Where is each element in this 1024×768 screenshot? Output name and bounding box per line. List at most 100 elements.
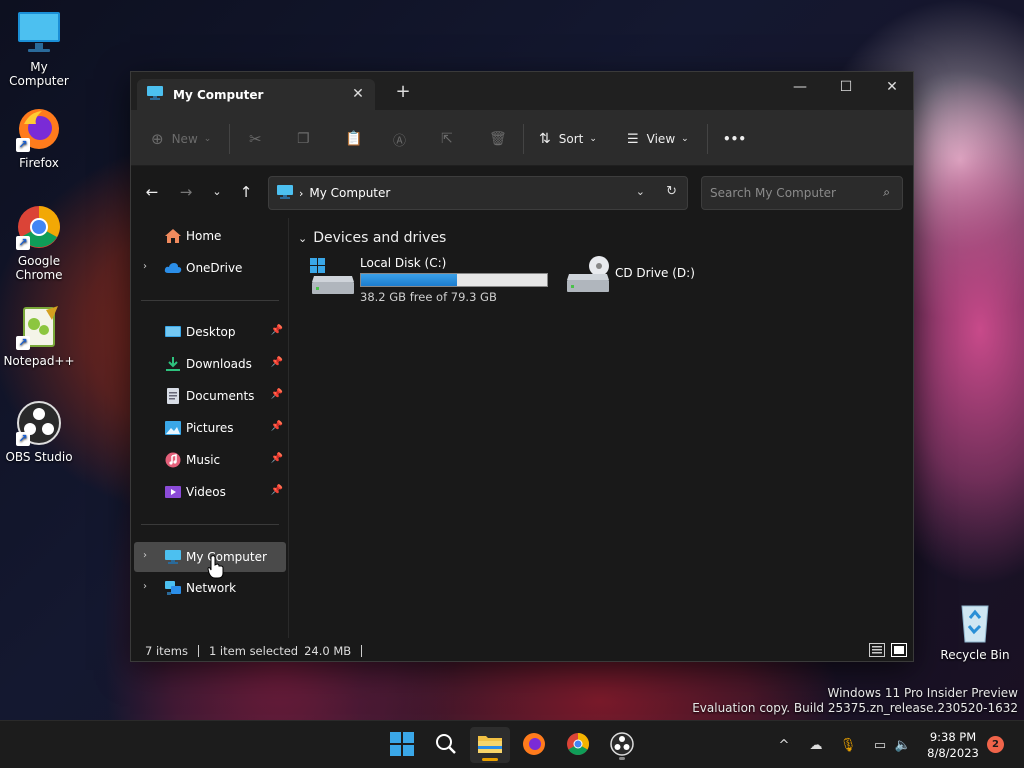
sidebar-item-label: Downloads (186, 357, 252, 371)
pin-icon[interactable]: 📌 (271, 357, 283, 368)
sidebar-item-music[interactable]: Music 📌 (134, 446, 286, 474)
sort-button[interactable]: ⇅ Sort ⌄ (539, 128, 597, 150)
search-box[interactable]: ⌕ (701, 176, 903, 210)
sidebar-item-documents[interactable]: Documents 📌 (134, 382, 286, 410)
taskbar-file-explorer[interactable] (470, 727, 510, 763)
desktop-icon-obs[interactable]: ↗ OBS Studio (2, 400, 76, 464)
sidebar-item-label: Music (186, 453, 221, 467)
chevron-right-icon[interactable]: › (143, 261, 147, 272)
sidebar-item-pictures[interactable]: Pictures 📌 (134, 414, 286, 442)
minimize-button[interactable]: — (777, 72, 823, 102)
search-button[interactable] (426, 727, 466, 763)
desktop-icon-my-computer[interactable]: My Computer (2, 10, 76, 88)
pin-icon[interactable]: 📌 (271, 389, 283, 400)
pin-icon[interactable]: 📌 (271, 421, 283, 432)
chevron-right-icon[interactable]: › (143, 581, 147, 592)
back-button[interactable]: ← (142, 182, 162, 202)
monitor-icon (16, 10, 62, 56)
sidebar-item-label: My Computer (186, 550, 267, 564)
desktop-icon-notepadpp[interactable]: ↗ Notepad++ (2, 304, 76, 368)
command-separator (707, 124, 708, 154)
video-icon (164, 484, 182, 500)
evaluation-watermark: Windows 11 Pro Insider Preview Evaluatio… (692, 686, 1018, 716)
network-icon (164, 580, 182, 596)
volume-icon[interactable]: 🔈 (893, 735, 913, 755)
title-bar: My Computer ✕ + — ☐ ✕ (131, 72, 913, 110)
show-hidden-icons-button[interactable]: ^ (774, 735, 794, 755)
recent-locations-button[interactable]: ⌄ (207, 182, 227, 202)
taskbar-firefox[interactable] (514, 727, 554, 763)
up-button[interactable]: ↑ (236, 182, 256, 202)
command-bar: ⊕ New ⌄ ✂ ❐ 📋 Ⓐ ⇱ 🗑 ⇅ Sort ⌄ ☰ View ⌄ ••… (131, 110, 913, 166)
notification-badge[interactable]: 2 (987, 736, 1004, 753)
pin-icon[interactable]: 📌 (271, 485, 283, 496)
network-tray-icon[interactable]: ▭ (870, 735, 890, 755)
start-button[interactable] (382, 727, 422, 763)
paste-button[interactable]: 📋 (345, 128, 362, 150)
tab-my-computer[interactable]: My Computer ✕ (137, 79, 375, 110)
details-view-icon[interactable] (869, 643, 885, 660)
sidebar-item-downloads[interactable]: Downloads 📌 (134, 350, 286, 378)
close-tab-icon[interactable]: ✕ (349, 85, 367, 103)
desktop-icon-firefox[interactable]: ↗ Firefox (2, 106, 76, 170)
sidebar-item-videos[interactable]: Videos 📌 (134, 478, 286, 506)
address-dropdown-icon[interactable]: ⌄ (636, 185, 645, 198)
drive-item-d[interactable]: CD Drive (D:) (565, 256, 715, 302)
forward-button[interactable]: → (176, 182, 196, 202)
drive-item-c[interactable]: Local Disk (C:) 38.2 GB free of 79.3 GB (310, 256, 554, 304)
sidebar-item-desktop[interactable]: Desktop 📌 (134, 318, 286, 346)
breadcrumb[interactable]: My Computer (309, 186, 390, 200)
sidebar-item-label: Pictures (186, 421, 234, 435)
plus-circle-icon: ⊕ (151, 130, 164, 148)
taskbar-chrome[interactable] (558, 727, 598, 763)
windows-logo-icon (390, 731, 414, 759)
sidebar-item-label: Home (186, 229, 222, 243)
search-icon[interactable]: ⌕ (883, 185, 890, 200)
cut-button[interactable]: ✂ (249, 128, 262, 150)
tiles-view-icon[interactable] (891, 643, 907, 660)
maximize-button[interactable]: ☐ (823, 72, 869, 102)
drive-free-space: 38.2 GB free of 79.3 GB (360, 290, 497, 304)
sidebar-divider (141, 524, 279, 525)
drive-usage-bar (360, 273, 548, 287)
close-window-button[interactable]: ✕ (869, 72, 915, 102)
desktop-icon-recycle-bin[interactable]: Recycle Bin (938, 598, 1012, 662)
pin-icon[interactable]: 📌 (271, 453, 283, 464)
search-input[interactable] (710, 186, 870, 200)
delete-button[interactable]: 🗑 (489, 128, 507, 150)
clock[interactable]: 9:38 PM 8/8/2023 (922, 729, 984, 761)
address-bar[interactable]: › My Computer ⌄ ↻ (268, 176, 688, 210)
onedrive-tray-icon[interactable]: ☁ (806, 735, 826, 755)
new-tab-button[interactable]: + (393, 82, 413, 102)
share-button[interactable]: ⇱ (441, 128, 453, 150)
view-button[interactable]: ☰ View ⌄ (627, 128, 689, 150)
copy-button[interactable]: ❐ (297, 128, 310, 150)
sidebar-item-onedrive[interactable]: › OneDrive (134, 254, 286, 282)
taskbar-obs[interactable] (602, 727, 642, 763)
command-separator (523, 124, 524, 154)
chevron-down-icon: ⌄ (681, 134, 689, 144)
pin-icon[interactable]: 📌 (271, 325, 283, 336)
sidebar-item-home[interactable]: Home (134, 222, 286, 250)
rename-button[interactable]: Ⓐ (393, 128, 406, 150)
status-separator (197, 644, 199, 657)
sort-icon: ⇅ (539, 131, 551, 147)
obs-icon: ↗ (16, 400, 62, 446)
group-header-devices[interactable]: ⌄ Devices and drives (298, 230, 446, 246)
microphone-icon[interactable]: 🎙 (838, 735, 858, 755)
desktop-icon-label: Notepad++ (3, 354, 75, 368)
refresh-icon[interactable]: ↻ (666, 184, 677, 199)
sidebar-divider (141, 300, 279, 301)
chevron-right-icon[interactable]: › (143, 550, 147, 561)
pictures-icon (164, 420, 182, 436)
chrome-icon: ↗ (16, 204, 62, 250)
hand-cursor-icon (207, 555, 225, 582)
view-list-icon: ☰ (627, 131, 639, 147)
desktop-icon-chrome[interactable]: ↗ Google Chrome (2, 204, 76, 282)
running-indicator (619, 757, 625, 760)
see-more-button[interactable]: ••• (723, 128, 746, 150)
music-icon (164, 452, 182, 468)
new-button[interactable]: ⊕ New ⌄ (151, 128, 211, 150)
chevron-down-icon: ⌄ (298, 231, 308, 245)
content-pane: ⌄ Devices and drives Local Disk (C:) 38.… (290, 218, 913, 638)
